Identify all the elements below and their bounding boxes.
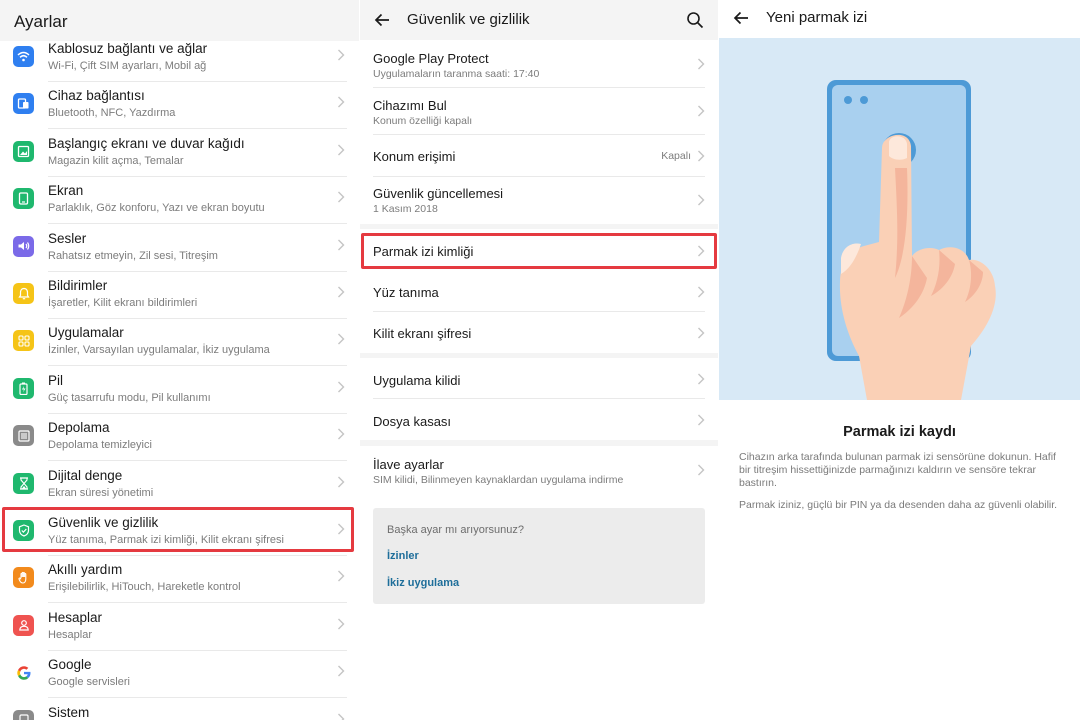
security-item-additional-settings[interactable]: İlave ayarlar SIM kilidi, Bilinmeyen kay… xyxy=(360,446,718,496)
back-arrow-icon[interactable] xyxy=(373,11,391,29)
security-item-file-safe[interactable]: Dosya kasası xyxy=(360,399,718,440)
chevron-right-icon xyxy=(338,570,345,582)
settings-item-system[interactable]: Sistem xyxy=(0,699,359,720)
settings-item-google[interactable]: Google Google servisleri xyxy=(0,651,359,699)
sound-icon xyxy=(13,235,34,257)
settings-item-smart-assistance[interactable]: Akıllı yardım Erişilebilirlik, HiTouch, … xyxy=(0,556,359,604)
page-title: Yeni parmak izi xyxy=(766,9,868,26)
hourglass-icon xyxy=(13,472,34,494)
security-item-app-lock[interactable]: Uygulama kilidi xyxy=(360,358,718,399)
security-item-fingerprint[interactable]: Parmak izi kimliği xyxy=(360,229,718,271)
chevron-right-icon xyxy=(338,523,345,535)
security-item-location-access[interactable]: Konum erişimi Kapalı xyxy=(360,135,718,177)
chevron-right-icon xyxy=(698,414,705,426)
page-title: Güvenlik ve gizlilik xyxy=(407,11,530,28)
chevron-right-icon xyxy=(338,713,345,720)
settings-list: Kablosuz bağlantı ve ağlar Wi-Fi, Çift S… xyxy=(0,41,359,720)
settings-item-notifications[interactable]: Bildirimler İşaretler, Kilit ekranı bild… xyxy=(0,272,359,319)
chevron-right-icon xyxy=(338,286,345,298)
google-icon xyxy=(13,662,34,684)
display-icon xyxy=(13,188,34,210)
security-item-lock-screen-password[interactable]: Kilit ekranı şifresi xyxy=(360,312,718,353)
chevron-right-icon xyxy=(698,105,705,117)
chevron-right-icon xyxy=(338,428,345,440)
chevron-right-icon xyxy=(698,373,705,385)
settings-item-apps[interactable]: Uygulamalar İzinler, Varsayılan uygulama… xyxy=(0,319,359,367)
back-arrow-icon[interactable] xyxy=(732,9,750,27)
chevron-right-icon xyxy=(338,239,345,251)
toolbar: Güvenlik ve gizlilik xyxy=(360,0,718,40)
status-value: Kapalı xyxy=(661,150,691,162)
chevron-right-icon xyxy=(698,194,705,206)
device-connection-icon xyxy=(13,93,34,115)
link-permissions[interactable]: İzinler xyxy=(387,550,419,562)
settings-item-battery[interactable]: Pil Güç tasarrufu modu, Pil kullanımı xyxy=(0,367,359,414)
wifi-icon xyxy=(13,46,34,67)
security-item-face-recognition[interactable]: Yüz tanıma xyxy=(360,271,718,312)
section-heading: Parmak izi kaydı xyxy=(843,424,956,440)
chevron-right-icon xyxy=(698,464,705,476)
security-item-find-device[interactable]: Cihazımı Bul Konum özelliği kapalı xyxy=(360,88,718,135)
chevron-right-icon xyxy=(338,665,345,677)
settings-item-accounts[interactable]: Hesaplar Hesaplar xyxy=(0,604,359,651)
suggestion-card: Başka ayar mı arıyorsunuz? İzinler İkiz … xyxy=(373,508,705,604)
search-icon[interactable] xyxy=(686,11,704,29)
chevron-right-icon xyxy=(338,476,345,488)
instruction-text: Cihazın arka tarafında bulunan parmak iz… xyxy=(739,451,1056,489)
settings-item-storage[interactable]: Depolama Depolama temizleyici xyxy=(0,414,359,462)
account-icon xyxy=(13,614,34,636)
security-group-protection: Google Play Protect Uygulamaların taranm… xyxy=(360,40,718,224)
system-icon xyxy=(13,709,34,720)
settings-item-display[interactable]: Ekran Parlaklık, Göz konforu, Yazı ve ek… xyxy=(0,177,359,225)
shield-icon xyxy=(13,520,34,541)
fingerprint-panel: Yeni parmak izi Parmak izi kaydı Cihazın… xyxy=(719,0,1080,720)
chevron-right-icon xyxy=(698,150,705,162)
battery-icon xyxy=(13,377,34,399)
chevron-right-icon xyxy=(698,58,705,70)
apps-icon xyxy=(13,330,34,352)
security-item-security-update[interactable]: Güvenlik güncellemesi 1 Kasım 2018 xyxy=(360,177,718,224)
security-panel: Güvenlik ve gizlilik Google Play Protect… xyxy=(360,0,718,720)
chevron-right-icon xyxy=(698,327,705,339)
chevron-right-icon xyxy=(338,618,345,630)
link-twin-app[interactable]: İkiz uygulama xyxy=(387,577,459,589)
wallpaper-icon xyxy=(13,140,34,162)
storage-icon xyxy=(13,425,34,447)
settings-item-security-privacy[interactable]: Güvenlik ve gizlilik Yüz tanıma, Parmak … xyxy=(0,509,359,556)
warning-text: Parmak iziniz, güçlü bir PIN ya da desen… xyxy=(739,499,1058,511)
hand-icon xyxy=(13,567,34,589)
settings-item-wireless[interactable]: Kablosuz bağlantı ve ağlar Wi-Fi, Çift S… xyxy=(0,35,359,82)
chevron-right-icon xyxy=(338,49,345,61)
fingerprint-illustration xyxy=(719,38,1080,400)
chevron-right-icon xyxy=(338,96,345,108)
settings-item-digital-balance[interactable]: Dijital denge Ekran süresi yönetimi xyxy=(0,462,359,509)
settings-item-sounds[interactable]: Sesler Rahatsız etmeyin, Zil sesi, Titre… xyxy=(0,225,359,272)
chevron-right-icon xyxy=(338,144,345,156)
settings-item-home-wallpaper[interactable]: Başlangıç ekranı ve duvar kağıdı Magazin… xyxy=(0,130,359,177)
settings-item-device-connection[interactable]: Cihaz bağlantısı Bluetooth, NFC, Yazdırm… xyxy=(0,82,359,130)
chevron-right-icon xyxy=(338,381,345,393)
chevron-right-icon xyxy=(338,333,345,345)
chevron-right-icon xyxy=(698,286,705,298)
bell-icon xyxy=(13,283,34,304)
chevron-right-icon xyxy=(698,245,705,257)
security-group-unlock: Parmak izi kimliği Yüz tanıma Kilit ekra… xyxy=(360,229,718,353)
chevron-right-icon xyxy=(338,191,345,203)
toolbar: Yeni parmak izi xyxy=(719,0,1080,38)
settings-panel: Ayarlar Kablosuz bağlantı ve ağlar Wi-Fi… xyxy=(0,0,359,720)
security-item-play-protect[interactable]: Google Play Protect Uygulamaların taranm… xyxy=(360,40,718,88)
security-group-apps: Uygulama kilidi Dosya kasası xyxy=(360,358,718,440)
